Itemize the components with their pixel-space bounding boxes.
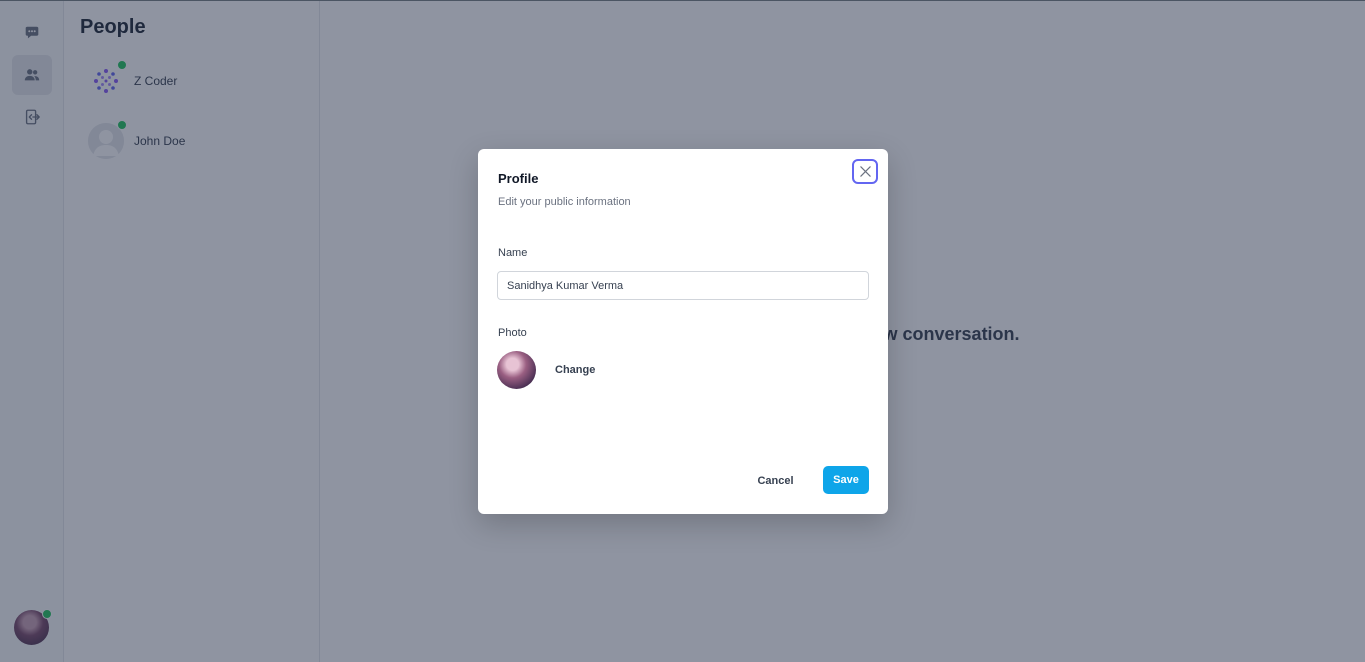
- profile-dialog: Profile Edit your public information Nam…: [478, 149, 888, 514]
- dialog-title: Profile: [498, 171, 539, 186]
- save-button[interactable]: Save: [823, 466, 869, 494]
- change-photo-button[interactable]: Change: [550, 360, 600, 380]
- profile-photo: [497, 351, 536, 389]
- close-button[interactable]: [852, 159, 878, 184]
- close-icon: [859, 166, 871, 177]
- dialog-subtitle: Edit your public information: [498, 196, 631, 208]
- name-field[interactable]: [497, 271, 869, 300]
- photo-label: Photo: [498, 327, 527, 339]
- name-label: Name: [498, 247, 528, 259]
- cancel-button[interactable]: Cancel: [747, 467, 804, 495]
